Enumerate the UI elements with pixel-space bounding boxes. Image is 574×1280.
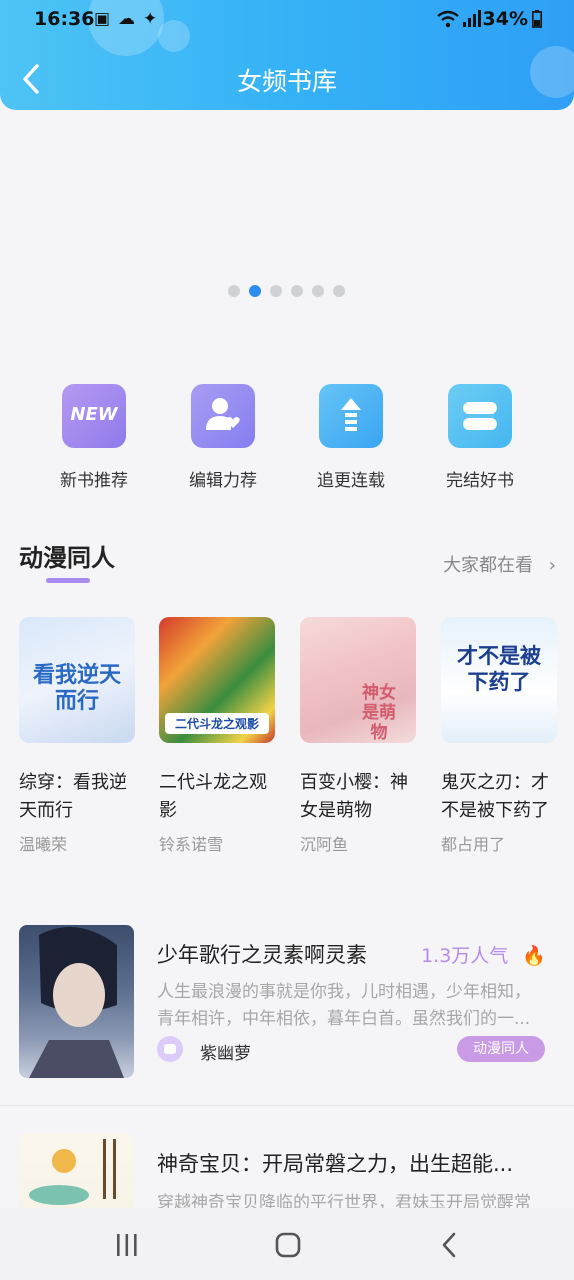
carousel-indicator <box>228 285 345 297</box>
book-title: 二代斗龙之观影 <box>159 772 267 821</box>
section-title-underline <box>46 578 90 583</box>
category-new-books[interactable]: NEW 新书推荐 <box>34 384 154 491</box>
finished-book-icon <box>448 384 512 448</box>
home-icon[interactable] <box>274 1231 302 1259</box>
carousel-dot-active[interactable] <box>249 285 261 297</box>
book-cover: 才不是被下药了 <box>441 617 557 743</box>
popularity-badge: 1.3万人气 🔥 <box>421 941 546 968</box>
page-title: 女频书库 <box>236 67 337 96</box>
book-author: 紫幽萝 <box>200 1044 251 1064</box>
book-author: 沉阿鱼 <box>300 835 349 854</box>
book-cover: 二代斗龙之观影 <box>159 617 275 743</box>
book-author: 都占用了 <box>441 835 506 854</box>
system-navigation-bar <box>0 1208 574 1280</box>
status-time: 16:36 <box>34 8 95 30</box>
battery-percent: 34% <box>482 8 528 30</box>
book-card[interactable]: 才不是被下药了 鬼灭之刃：才不是被下药了 都占用了 <box>441 617 557 855</box>
recent-apps-icon[interactable] <box>114 1232 140 1258</box>
book-card[interactable]: 二代斗龙之观影 二代斗龙之观影 铃系诺雪 <box>159 617 275 855</box>
cover-title-text: 神女是萌物 <box>362 683 396 743</box>
category-label: 编辑力荐 <box>189 471 257 491</box>
book-title: 鬼灭之刃：才不是被下药了 <box>441 772 549 821</box>
book-author: 温曦荣 <box>19 835 68 854</box>
book-card[interactable]: 看我逆天而行 综穿：看我逆天而行 温曦荣 <box>19 617 135 855</box>
popularity-count: 1.3万人气 <box>421 945 509 967</box>
list-divider <box>0 1105 574 1106</box>
wifi-icon <box>437 10 459 28</box>
book-description: 人生最浪漫的事就是你我，儿时相遇，少年相知，青年相许，中年相依，暮年白首。虽然我… <box>157 982 531 1029</box>
book-description: 穿越神奇宝贝降临的平行世界，君妹玉开局觉醒常 <box>157 1193 531 1208</box>
cover-title-text: 看我逆天而行 <box>32 663 121 714</box>
upload-arrow-icon <box>319 384 383 448</box>
book-title: 神奇宝贝：开局常磐之力，出生超能... <box>157 1152 514 1176</box>
top-app-bar: 16:36 ▣ ☁ ✦ 34% 女频书库 <box>0 0 574 110</box>
cover-title-text: 才不是被下药了 <box>457 644 541 694</box>
book-title: 综穿：看我逆天而行 <box>19 772 127 821</box>
see-more-label: 大家都在看 <box>443 555 534 576</box>
carousel-dot[interactable] <box>228 285 240 297</box>
image-notification-icon: ▣ <box>94 9 111 29</box>
category-editor-picks[interactable]: 编辑力荐 <box>163 384 283 491</box>
category-label: 新书推荐 <box>60 471 128 491</box>
book-card[interactable]: 神女是萌物 百变小樱：神女是萌物 沉阿鱼 <box>300 617 416 855</box>
category-label: 追更连载 <box>317 471 385 491</box>
signal-icon <box>463 10 481 27</box>
book-cover: 看我逆天而行 <box>19 617 135 743</box>
category-serializing[interactable]: 追更连载 <box>291 384 411 491</box>
new-badge-text: NEW <box>70 404 118 425</box>
back-nav-icon[interactable] <box>438 1231 460 1259</box>
book-cover: 神女是萌物 <box>300 617 416 743</box>
see-more-link[interactable]: 大家都在看 › <box>443 551 556 577</box>
chevron-right-icon: › <box>548 555 556 576</box>
book-cover <box>19 925 134 1078</box>
author-avatar-icon <box>157 1036 183 1062</box>
flame-icon: 🔥 <box>522 945 546 967</box>
list-item[interactable]: 少年歌行之灵素啊灵素 1.3万人气 🔥 人生最浪漫的事就是你我，儿时相遇，少年相… <box>0 925 574 1085</box>
carousel-dot[interactable] <box>291 285 303 297</box>
new-badge-icon: NEW <box>62 384 126 448</box>
section-title: 动漫同人 <box>19 544 115 572</box>
carousel-dot[interactable] <box>312 285 324 297</box>
book-author: 铃系诺雪 <box>159 835 224 854</box>
category-completed[interactable]: 完结好书 <box>420 384 540 491</box>
genre-tag[interactable]: 动漫同人 <box>457 1036 545 1062</box>
magic-wand-icon: ✦ <box>143 9 158 29</box>
list-item[interactable]: 神奇宝贝：开局常磐之力，出生超能... 穿越神奇宝贝降临的平行世界，君妹玉开局觉… <box>0 1133 574 1208</box>
carousel-dot[interactable] <box>270 285 282 297</box>
cover-title-text: 二代斗龙之观影 <box>165 713 269 734</box>
book-cover <box>19 1133 134 1208</box>
editor-heart-icon <box>191 384 255 448</box>
carousel-dot[interactable] <box>333 285 345 297</box>
book-title: 百变小樱：神女是萌物 <box>300 772 408 821</box>
status-bar: 16:36 ▣ ☁ ✦ 34% <box>0 0 574 40</box>
category-label: 完结好书 <box>446 471 514 491</box>
book-title: 少年歌行之灵素啊灵素 <box>157 943 367 967</box>
cloud-notification-icon: ☁ <box>118 9 135 29</box>
battery-icon <box>532 10 542 28</box>
